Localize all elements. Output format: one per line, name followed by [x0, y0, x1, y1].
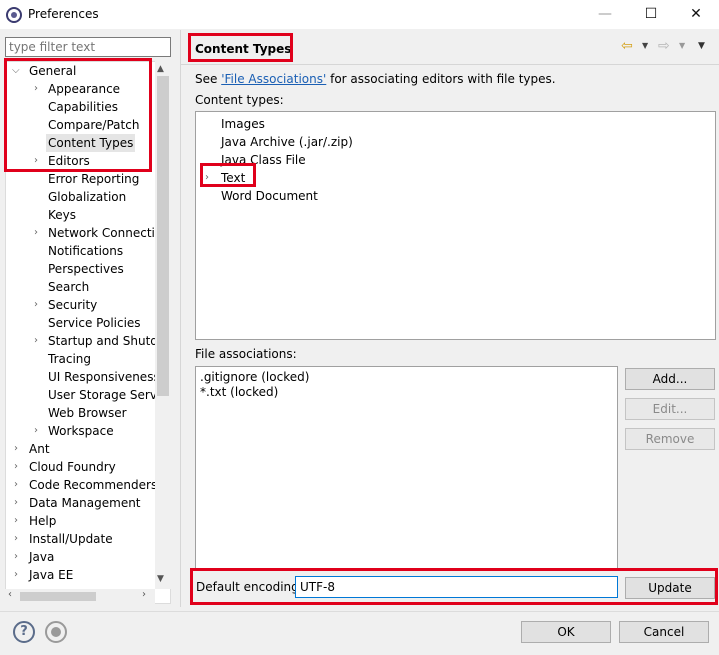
file-associations-link[interactable]: 'File Associations' [221, 72, 326, 86]
annotation-box-general [4, 58, 152, 172]
record-macro-icon[interactable] [45, 621, 67, 643]
tree-item-ant[interactable]: Ant [29, 440, 50, 458]
forward-arrow-icon[interactable]: ⇨ [658, 38, 670, 54]
remove-button[interactable]: Remove [625, 428, 715, 450]
add-button[interactable]: Add... [625, 368, 715, 390]
close-button[interactable]: ✕ [673, 0, 719, 29]
back-arrow-icon[interactable]: ⇦ [621, 38, 633, 54]
content-type-item[interactable]: Images [221, 115, 265, 133]
tree-item-security[interactable]: Security [48, 296, 97, 314]
minimize-button[interactable]: — [582, 0, 628, 29]
content-types-tree: Images Java Archive (.jar/.zip) Java Cla… [195, 111, 716, 340]
chevron-right-icon[interactable]: › [34, 299, 38, 310]
hint-prefix: See [195, 72, 222, 86]
content-types-label: Content types: [195, 93, 284, 107]
scroll-down-arrow-icon[interactable]: ▼ [157, 574, 164, 584]
tree-horizontal-scroll-thumb[interactable] [20, 592, 96, 601]
chevron-right-icon[interactable]: › [14, 497, 18, 508]
chevron-right-icon[interactable]: › [34, 425, 38, 436]
annotation-box-text-type [200, 163, 256, 187]
file-association-item[interactable]: .gitignore (locked) [200, 369, 309, 385]
chevron-right-icon[interactable]: › [14, 551, 18, 562]
file-association-item[interactable]: *.txt (locked) [200, 384, 278, 400]
file-associations-hint: See 'File Associations' for associating … [195, 72, 556, 86]
chevron-right-icon[interactable]: › [14, 569, 18, 580]
filter-input[interactable] [5, 37, 171, 57]
chevron-right-icon[interactable]: › [14, 461, 18, 472]
tree-vertical-scroll-thumb[interactable] [157, 76, 169, 396]
view-menu-icon[interactable]: ▼ [698, 41, 705, 51]
tree-item-java[interactable]: Java [29, 548, 54, 566]
edit-button[interactable]: Edit... [625, 398, 715, 420]
tree-item-globalization[interactable]: Globalization [48, 188, 126, 206]
tree-item-workspace[interactable]: Workspace [48, 422, 114, 440]
tree-item-data-management[interactable]: Data Management [29, 494, 141, 512]
tree-item-help[interactable]: Help [29, 512, 56, 530]
maximize-button[interactable]: ☐ [628, 0, 674, 29]
tree-item-notifications[interactable]: Notifications [48, 242, 123, 260]
cancel-button[interactable]: Cancel [619, 621, 709, 643]
tree-item-web-browser[interactable]: Web Browser [48, 404, 127, 422]
tree-item-perspectives[interactable]: Perspectives [48, 260, 124, 278]
tree-item-keys[interactable]: Keys [48, 206, 76, 224]
footer-divider [0, 611, 719, 612]
pane-splitter[interactable] [180, 30, 181, 607]
ok-button[interactable]: OK [521, 621, 611, 643]
help-icon[interactable]: ? [13, 621, 35, 643]
content-type-item[interactable]: Java Archive (.jar/.zip) [221, 133, 353, 151]
chevron-right-icon[interactable]: › [34, 335, 38, 346]
tree-item-ui-responsiveness[interactable]: UI Responsiveness M [48, 368, 170, 386]
tree-item-service-policies[interactable]: Service Policies [48, 314, 141, 332]
scroll-up-arrow-icon[interactable]: ▲ [157, 64, 164, 74]
chevron-right-icon[interactable]: › [14, 443, 18, 454]
eclipse-app-icon [6, 7, 22, 23]
forward-dropdown-icon[interactable]: ▼ [679, 41, 685, 50]
content-type-item[interactable]: Word Document [221, 187, 318, 205]
window-title: Preferences [28, 7, 99, 21]
tree-item-startup-shutdown[interactable]: Startup and Shutdown [48, 332, 170, 350]
scroll-right-arrow-icon[interactable]: › [142, 589, 146, 600]
tree-item-cloud-foundry[interactable]: Cloud Foundry [29, 458, 116, 476]
hint-suffix: for associating editors with file types. [326, 72, 556, 86]
chevron-right-icon[interactable]: › [14, 533, 18, 544]
tree-item-install-update[interactable]: Install/Update [29, 530, 113, 548]
header-divider [181, 64, 719, 65]
tree-item-tracing[interactable]: Tracing [48, 350, 91, 368]
tree-item-search[interactable]: Search [48, 278, 89, 296]
file-associations-label: File associations: [195, 347, 297, 361]
chevron-right-icon[interactable]: › [14, 515, 18, 526]
tree-item-error-reporting[interactable]: Error Reporting [48, 170, 139, 188]
chevron-right-icon[interactable]: › [14, 479, 18, 490]
tree-item-code-recommenders[interactable]: Code Recommenders [29, 476, 157, 494]
back-dropdown-icon[interactable]: ▼ [642, 41, 648, 50]
tree-item-user-storage[interactable]: User Storage Service [48, 386, 170, 404]
tree-item-network-connection[interactable]: Network Connection [48, 224, 170, 242]
annotation-box-page-title [188, 33, 293, 62]
annotation-box-encoding [190, 568, 718, 605]
chevron-right-icon[interactable]: › [34, 227, 38, 238]
tree-item-java-ee[interactable]: Java EE [29, 566, 73, 584]
scroll-left-arrow-icon[interactable]: ‹ [8, 589, 12, 600]
file-associations-list: .gitignore (locked) *.txt (locked) [195, 366, 618, 571]
